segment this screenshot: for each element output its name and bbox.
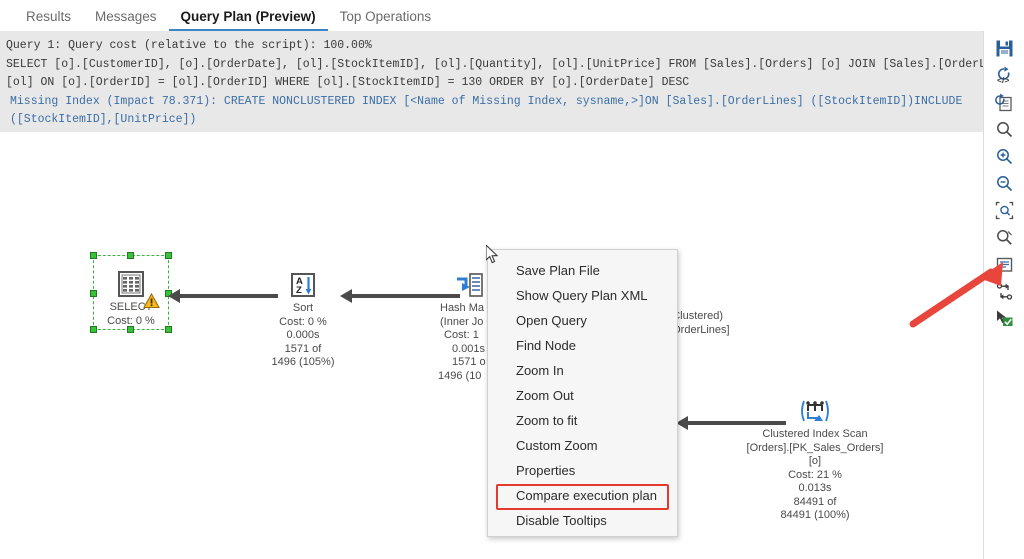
warning-triangle-icon[interactable]	[143, 293, 160, 314]
query-plan-window: Results Messages Query Plan (Preview) To…	[0, 0, 1024, 559]
arrow-hashmatch-to-sort	[340, 289, 460, 303]
tab-top-operations[interactable]: Top Operations	[328, 10, 444, 31]
clustered-index-scan-cost: Cost: 21 %	[735, 469, 895, 483]
sort-node-est: 1496 (105%)	[258, 356, 348, 370]
clustered-index-scan-time: 0.013s	[735, 482, 895, 496]
save-plan-file-icon[interactable]	[991, 35, 1017, 61]
tab-messages[interactable]: Messages	[83, 10, 169, 31]
sort-node-time: 0.000s	[258, 329, 348, 343]
clustered-index-scan-alias: [o]	[735, 455, 895, 469]
tab-results[interactable]: Results	[14, 10, 83, 31]
plan-node-sort[interactable]: A Z Sort Cost: 0 % 0.000s 1571 of 1496 (…	[258, 268, 348, 370]
svg-text:</>: </>	[997, 75, 1009, 85]
zoom-in-icon[interactable]	[991, 143, 1017, 169]
select-node-label: SELECT	[86, 301, 176, 315]
menu-item-show-query-plan-xml[interactable]: Show Query Plan XML	[488, 283, 677, 308]
resize-handle-n[interactable]	[127, 252, 134, 259]
plan-node-clustered-index-scan[interactable]: Clustered Index Scan [Orders].[PK_Sales_…	[735, 394, 895, 523]
query-cost-banner: Query 1: Query cost (relative to the scr…	[0, 31, 1024, 132]
plan-context-menu[interactable]: Save Plan File Show Query Plan XML Open …	[487, 249, 678, 537]
zoom-to-fit-icon[interactable]	[991, 197, 1017, 223]
menu-item-zoom-out[interactable]: Zoom Out	[488, 383, 677, 408]
missing-index-line-1[interactable]: Missing Index (Impact 78.371): CREATE NO…	[6, 93, 1016, 112]
annotation-red-arrow	[905, 258, 1010, 330]
query-text-line-1: SELECT [o].[CustomerID], [o].[OrderDate]…	[6, 56, 1016, 75]
arrow-scan-to-hashmatch	[676, 416, 786, 430]
clustered-index-scan-est: 84491 (100%)	[735, 509, 895, 523]
select-grid-icon	[86, 267, 176, 301]
menu-item-save-plan-file[interactable]: Save Plan File	[488, 258, 677, 283]
custom-zoom-icon[interactable]	[991, 224, 1017, 250]
zoom-out-icon[interactable]	[991, 170, 1017, 196]
menu-item-find-node[interactable]: Find Node	[488, 333, 677, 358]
clustered-index-scan-label: Clustered Index Scan	[735, 428, 895, 442]
menu-item-compare-execution-plan[interactable]: Compare execution plan	[488, 483, 677, 508]
menu-item-open-query[interactable]: Open Query	[488, 308, 677, 333]
open-query-icon[interactable]	[991, 89, 1017, 115]
resize-handle-nw[interactable]	[90, 252, 97, 259]
missing-index-line-2[interactable]: ([StockItemID],[UnitPrice])	[6, 111, 1016, 130]
menu-item-custom-zoom[interactable]: Custom Zoom	[488, 433, 677, 458]
plan-node-select[interactable]: SELECT Cost: 0 %	[86, 267, 176, 328]
svg-text:Z: Z	[296, 285, 302, 296]
find-node-icon[interactable]	[991, 116, 1017, 142]
menu-item-properties[interactable]: Properties	[488, 458, 677, 483]
menu-item-zoom-in[interactable]: Zoom In	[488, 358, 677, 383]
show-query-plan-xml-icon[interactable]: </>	[991, 62, 1017, 88]
tab-query-plan-preview[interactable]: Query Plan (Preview)	[169, 10, 328, 31]
select-node-cost: Cost: 0 %	[86, 315, 176, 329]
mouse-cursor	[486, 245, 500, 265]
clustered-index-scan-object: [Orders].[PK_Sales_Orders]	[735, 442, 895, 456]
results-tabbar: Results Messages Query Plan (Preview) To…	[0, 0, 1024, 31]
sort-node-label: Sort	[258, 302, 348, 316]
menu-item-zoom-to-fit[interactable]: Zoom to fit	[488, 408, 677, 433]
sort-node-cost: Cost: 0 %	[258, 316, 348, 330]
menu-item-disable-tooltips[interactable]: Disable Tooltips	[488, 508, 677, 533]
resize-handle-ne[interactable]	[165, 252, 172, 259]
clustered-index-scan-rows: 84491 of	[735, 496, 895, 510]
query-text-line-2: [ol] ON [o].[OrderID] = [ol].[OrderID] W…	[6, 74, 1016, 93]
query-cost-line: Query 1: Query cost (relative to the scr…	[6, 37, 1016, 56]
arrow-sort-to-select	[168, 289, 278, 303]
sort-node-rows: 1571 of	[258, 343, 348, 357]
